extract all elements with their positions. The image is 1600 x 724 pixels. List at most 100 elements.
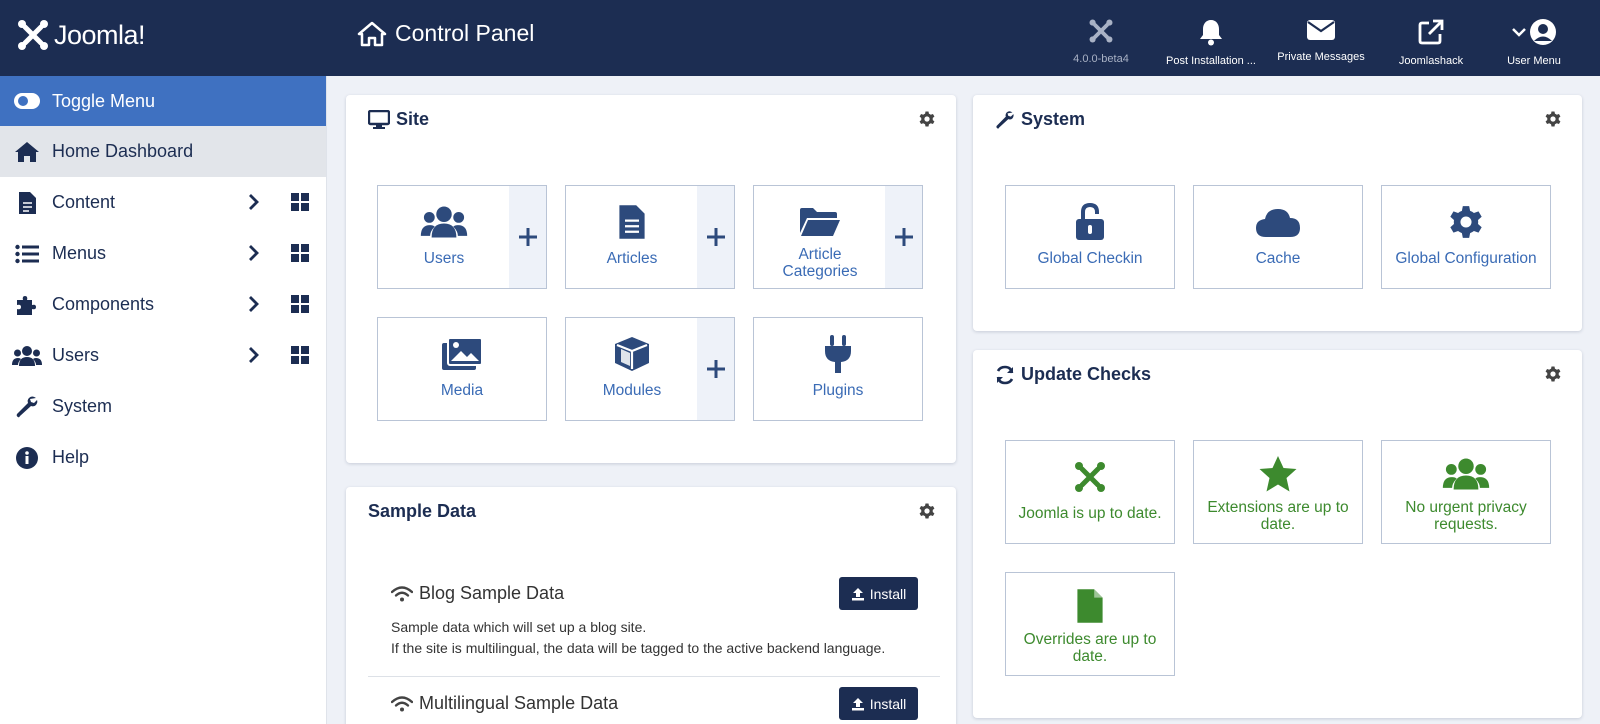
tile-label: Overrides are up to date.	[1023, 631, 1157, 665]
tile-label: Global Checkin	[1037, 250, 1143, 267]
user-circle-icon	[1530, 19, 1556, 45]
sample-data-title: Multilingual Sample Data	[419, 693, 619, 713]
sidebar-item-menus[interactable]: Menus	[0, 228, 326, 279]
sidebar-item-home-dashboard[interactable]: Home Dashboard	[0, 126, 326, 177]
article-categories-tile-link[interactable]: Article Categories	[754, 186, 886, 288]
page-title-text: Control Panel	[395, 20, 535, 46]
user-menu-button[interactable]: User Menu	[1486, 0, 1582, 76]
global-checkin-tile[interactable]: Global Checkin	[1005, 185, 1175, 289]
sample-data-item: Blog Sample Data Sample data which will …	[368, 577, 940, 683]
dashboard-grid-icon[interactable]	[291, 193, 309, 211]
cloud-icon	[1256, 209, 1300, 237]
add-article-button[interactable]	[697, 186, 734, 288]
sidebar-item-label: Home Dashboard	[52, 141, 194, 161]
overrides-update-link[interactable]: Overrides are up to date.	[1006, 573, 1174, 675]
plus-icon	[706, 228, 725, 246]
install-blog-sample-button[interactable]: Install	[839, 577, 918, 610]
cache-tile[interactable]: Cache	[1193, 185, 1363, 289]
media-tile-link[interactable]: Media	[378, 318, 546, 420]
envelope-icon	[1307, 20, 1335, 40]
sidebar-item-label: Components	[52, 294, 155, 314]
dashboard-grid-icon[interactable]	[291, 244, 309, 262]
privacy-requests-link[interactable]: No urgent privacy requests.	[1382, 441, 1550, 543]
add-module-button[interactable]	[697, 318, 734, 420]
chevron-right-icon[interactable]	[248, 193, 260, 211]
users-tile[interactable]: Users	[377, 185, 547, 289]
sidebar-item-system[interactable]: System	[0, 381, 326, 432]
wifi-icon	[391, 695, 413, 711]
sample-data-desc-line: Sample data which will set up a blog sit…	[391, 619, 647, 635]
post-installation-button[interactable]: Post Installation ...	[1156, 0, 1266, 76]
global-configuration-tile[interactable]: Global Configuration	[1381, 185, 1551, 289]
tile-label: Media	[440, 382, 484, 399]
post-installation-label: Post Installation ...	[1166, 55, 1256, 67]
cache-link[interactable]: Cache	[1194, 186, 1362, 288]
page-title: Control Panel	[357, 20, 534, 47]
wrench-icon	[12, 394, 42, 420]
plugins-tile[interactable]: Plugins	[753, 317, 923, 421]
articles-tile-link[interactable]: Articles	[566, 186, 698, 288]
joomlashack-button[interactable]: Joomlashack	[1376, 0, 1486, 76]
joomla-update-link[interactable]: Joomla is up to date.	[1006, 441, 1174, 543]
dashboard-grid-icon[interactable]	[291, 295, 309, 313]
plus-icon	[518, 228, 537, 246]
version-button[interactable]: 4.0.0-beta4	[1046, 0, 1156, 76]
sample-data-title: Blog Sample Data	[419, 583, 565, 603]
file-icon	[1077, 589, 1103, 623]
tile-label: Article Categories	[782, 246, 858, 280]
extensions-update-tile[interactable]: Extensions are up to date.	[1193, 440, 1363, 544]
tile-label: Plugins	[812, 382, 864, 399]
modules-tile-link[interactable]: Modules	[566, 318, 698, 420]
privacy-requests-tile[interactable]: No urgent privacy requests.	[1381, 440, 1551, 544]
file-icon	[12, 190, 42, 216]
folder-open-icon	[800, 208, 840, 236]
plugins-tile-link[interactable]: Plugins	[754, 318, 922, 420]
install-multilingual-sample-button[interactable]: Install	[839, 687, 918, 720]
global-checkin-link[interactable]: Global Checkin	[1006, 186, 1174, 288]
private-messages-button[interactable]: Private Messages	[1266, 0, 1376, 76]
joomla-icon	[1075, 462, 1105, 492]
sidebar-item-label: Toggle Menu	[52, 90, 156, 111]
gear-icon[interactable]	[918, 502, 936, 520]
sidebar-item-users[interactable]: Users	[0, 330, 326, 381]
sidebar-item-label: Content	[52, 192, 116, 212]
external-link-icon	[1418, 19, 1444, 45]
sample-data-desc-line: If the site is multilingual, the data wi…	[391, 640, 886, 656]
gear-icon[interactable]	[1544, 110, 1562, 128]
modules-tile[interactable]: Modules	[565, 317, 735, 421]
chevron-right-icon[interactable]	[248, 295, 260, 313]
add-category-button[interactable]	[885, 186, 922, 288]
article-categories-tile[interactable]: Article Categories	[753, 185, 923, 289]
tile-label: Global Configuration	[1395, 250, 1537, 267]
overrides-update-tile[interactable]: Overrides are up to date.	[1005, 572, 1175, 676]
joomla-update-tile[interactable]: Joomla is up to date.	[1005, 440, 1175, 544]
users-tile-link[interactable]: Users	[378, 186, 510, 288]
sidebar-item-components[interactable]: Components	[0, 279, 326, 330]
top-header: Joomla! Control Panel 4.0.0-beta4 Post I…	[0, 0, 1600, 76]
sidebar-item-content[interactable]: Content	[0, 177, 326, 228]
gear-icon[interactable]	[918, 110, 936, 128]
articles-tile[interactable]: Articles	[565, 185, 735, 289]
wifi-icon	[391, 585, 413, 601]
tile-label: Extensions are up to date.	[1207, 499, 1349, 533]
divider	[368, 676, 940, 677]
chevron-right-icon[interactable]	[248, 346, 260, 364]
chevron-right-icon[interactable]	[248, 244, 260, 262]
gear-icon[interactable]	[1544, 365, 1562, 383]
add-user-button[interactable]	[509, 186, 546, 288]
sidebar-item-help[interactable]: Help	[0, 432, 326, 483]
sidebar: Toggle Menu Home Dashboard Content Menus…	[0, 76, 327, 724]
cog-icon	[1450, 206, 1482, 238]
sidebar-item-toggle-menu[interactable]: Toggle Menu	[0, 76, 326, 126]
sync-icon	[996, 365, 1014, 384]
extensions-update-link[interactable]: Extensions are up to date.	[1194, 441, 1362, 543]
dashboard-grid-icon[interactable]	[291, 346, 309, 364]
global-configuration-link[interactable]: Global Configuration	[1382, 186, 1550, 288]
card-title: Sample Data	[368, 501, 476, 522]
joomla-logo[interactable]: Joomla!	[16, 18, 146, 52]
joomlashack-label: Joomlashack	[1398, 55, 1464, 67]
plug-icon	[825, 335, 851, 373]
sample-data-name: Multilingual Sample Data	[391, 693, 618, 714]
media-tile[interactable]: Media	[377, 317, 547, 421]
plus-icon	[706, 360, 725, 378]
